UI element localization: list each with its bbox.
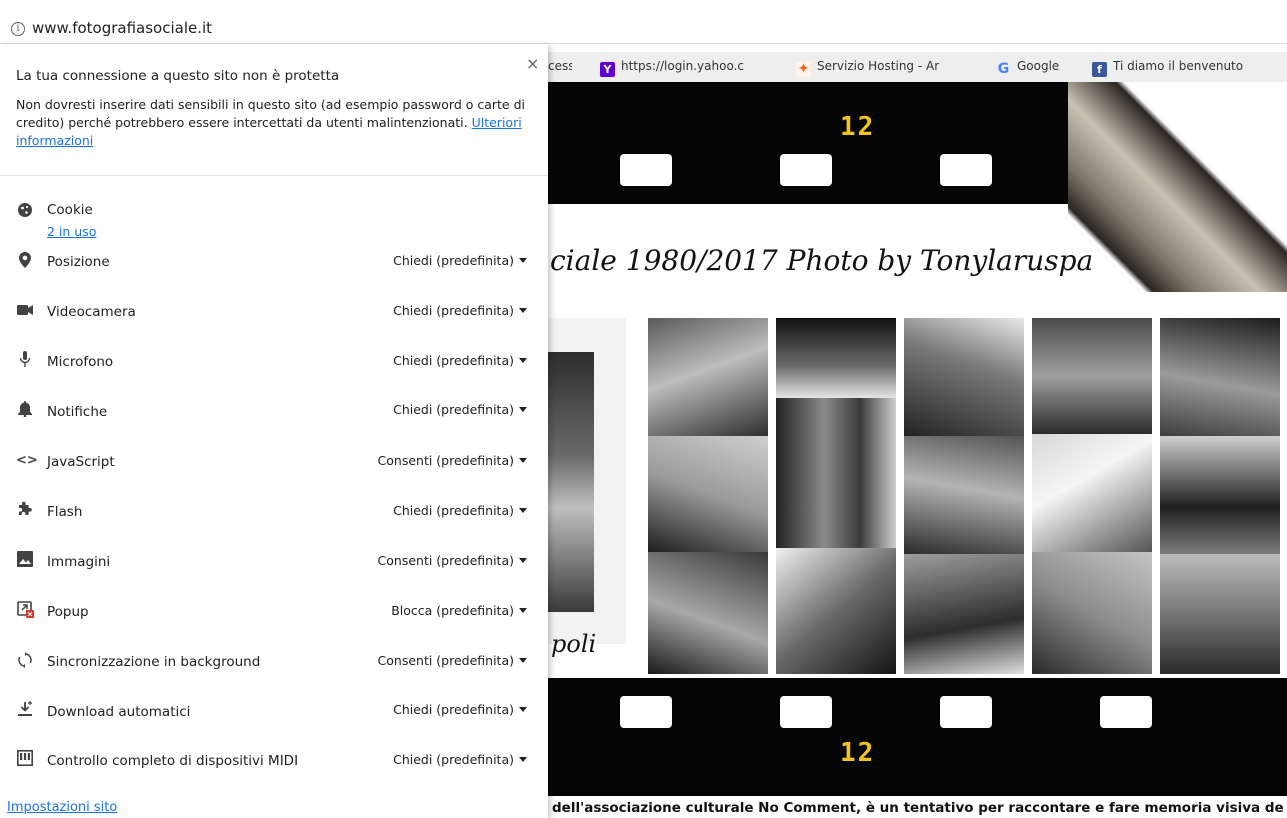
- bookmark-hosting[interactable]: ✦ Servizio Hosting - Ar: [796, 59, 956, 77]
- gallery-photo: [904, 436, 1024, 554]
- permission-dropdown[interactable]: Consenti (predefinita): [378, 653, 527, 668]
- permission-dropdown[interactable]: Chiedi (predefinita): [393, 253, 527, 268]
- gallery-photo: [1160, 554, 1280, 674]
- caret-down-icon: [519, 658, 527, 663]
- bookmark-yahoo[interactable]: Yhttps://login.yahoo.c: [600, 59, 770, 77]
- facebook-icon: f: [1092, 62, 1107, 77]
- film-hole: [780, 154, 832, 186]
- gallery-photo: [776, 398, 896, 548]
- url-text[interactable]: www.fotografiasociale.it: [32, 19, 212, 37]
- gallery-photo: [1160, 318, 1280, 436]
- cookie-label: Cookie: [47, 202, 93, 218]
- permission-dropdown[interactable]: Chiedi (predefinita): [393, 702, 527, 717]
- midi-icon: [16, 750, 34, 768]
- caret-down-icon: [519, 558, 527, 563]
- gallery-photo: [1032, 318, 1152, 434]
- caret-down-icon: [519, 407, 527, 412]
- image-icon: [16, 551, 34, 569]
- permission-label: JavaScript: [47, 454, 115, 470]
- microphone-icon: [16, 351, 34, 369]
- gallery-photo: [904, 554, 1024, 674]
- close-button[interactable]: ×: [526, 54, 539, 73]
- gallery-photo: [648, 436, 768, 552]
- permission-label: Popup: [47, 604, 89, 620]
- address-bar[interactable]: i www.fotografiasociale.it: [0, 0, 1287, 44]
- popup-blocked-icon: [16, 601, 34, 619]
- divider: [0, 175, 548, 176]
- photo-gallery: [648, 318, 1287, 674]
- film-hole: [620, 154, 672, 186]
- permission-label: Posizione: [47, 254, 110, 270]
- hosting-icon: ✦: [796, 61, 811, 77]
- location-pin-icon: [16, 252, 34, 270]
- gallery-photo: [776, 548, 896, 674]
- caret-down-icon: [519, 508, 527, 513]
- website-content: 12 ciale 1980/2017 Photo by Tonylaruspa …: [548, 82, 1287, 818]
- permission-label: Videocamera: [47, 304, 136, 320]
- bookmarks-bar: cess Yhttps://login.yahoo.c ✦ Servizio Ho…: [548, 52, 1287, 82]
- site-settings-link[interactable]: Impostazioni sito: [7, 800, 117, 815]
- caret-down-icon: [519, 308, 527, 313]
- permission-label: Flash: [47, 504, 83, 520]
- bookmark-google[interactable]: G Google: [996, 59, 1086, 77]
- page-curl: [1068, 82, 1287, 292]
- gallery-photo: [1160, 436, 1280, 554]
- permission-label: Immagini: [47, 554, 111, 570]
- gallery-photo: [1032, 434, 1152, 552]
- sync-icon: [16, 652, 34, 670]
- yahoo-icon: Y: [600, 62, 615, 77]
- code-icon: <>: [16, 453, 38, 468]
- permission-dropdown[interactable]: Chiedi (predefinita): [393, 303, 527, 318]
- permission-dropdown[interactable]: Chiedi (predefinita): [393, 353, 527, 368]
- permission-dropdown[interactable]: Consenti (predefinita): [378, 553, 527, 568]
- cookie-icon: [16, 202, 34, 220]
- permission-label: Controllo completo di dispositivi MIDI: [47, 753, 299, 769]
- site-caption: dell'associazione culturale No Comment, …: [552, 800, 1284, 816]
- frame-number-top: 12: [840, 112, 876, 142]
- gallery-photo: [776, 318, 896, 398]
- permission-label: Sincronizzazione in background: [47, 654, 261, 670]
- camera-icon: [16, 303, 34, 321]
- permission-dropdown[interactable]: Chiedi (predefinita): [393, 503, 527, 518]
- permission-label: Microfono: [47, 354, 114, 370]
- film-hole: [620, 696, 672, 728]
- permission-dropdown[interactable]: Blocca (predefinita): [391, 603, 527, 618]
- puzzle-icon: [16, 501, 34, 519]
- permission-label: Download automatici: [47, 704, 191, 720]
- download-icon: [16, 701, 34, 719]
- caret-down-icon: [519, 358, 527, 363]
- film-hole: [780, 696, 832, 728]
- permission-dropdown[interactable]: Chiedi (predefinita): [393, 752, 527, 767]
- google-icon: G: [997, 61, 1010, 77]
- film-strip-bottom: 12: [548, 678, 1287, 796]
- left-panel-text: poli: [551, 630, 597, 658]
- permission-label: Notifiche: [47, 404, 108, 420]
- film-hole: [940, 154, 992, 186]
- site-info-popup: × La tua connessione a questo sito non è…: [0, 44, 548, 818]
- caret-down-icon: [519, 707, 527, 712]
- cookies-in-use-link[interactable]: 2 in uso: [47, 224, 96, 239]
- info-circle-icon[interactable]: i: [11, 22, 25, 36]
- permission-dropdown[interactable]: Consenti (predefinita): [378, 453, 527, 468]
- caret-down-icon: [519, 608, 527, 613]
- connection-warning-heading: La tua connessione a questo sito non è p…: [16, 68, 340, 84]
- frame-number-bottom: 12: [840, 738, 876, 768]
- caret-down-icon: [519, 458, 527, 463]
- site-title: ciale 1980/2017 Photo by Tonylaruspa: [550, 244, 1094, 277]
- connection-warning-text: Non dovresti inserire dati sensibili in …: [16, 97, 525, 148]
- bookmark-item[interactable]: cess: [548, 59, 572, 73]
- gallery-photo: [648, 552, 768, 674]
- gallery-photo: [904, 318, 1024, 436]
- caret-down-icon: [519, 258, 527, 263]
- left-photo: [548, 352, 594, 612]
- gallery-photo: [1032, 552, 1152, 674]
- gallery-photo: [648, 318, 768, 436]
- film-hole: [940, 696, 992, 728]
- permission-dropdown[interactable]: Chiedi (predefinita): [393, 402, 527, 417]
- film-hole: [1100, 696, 1152, 728]
- bookmark-facebook[interactable]: f Ti diamo il benvenuto: [1092, 59, 1282, 77]
- caret-down-icon: [519, 757, 527, 762]
- bell-icon: [16, 401, 34, 419]
